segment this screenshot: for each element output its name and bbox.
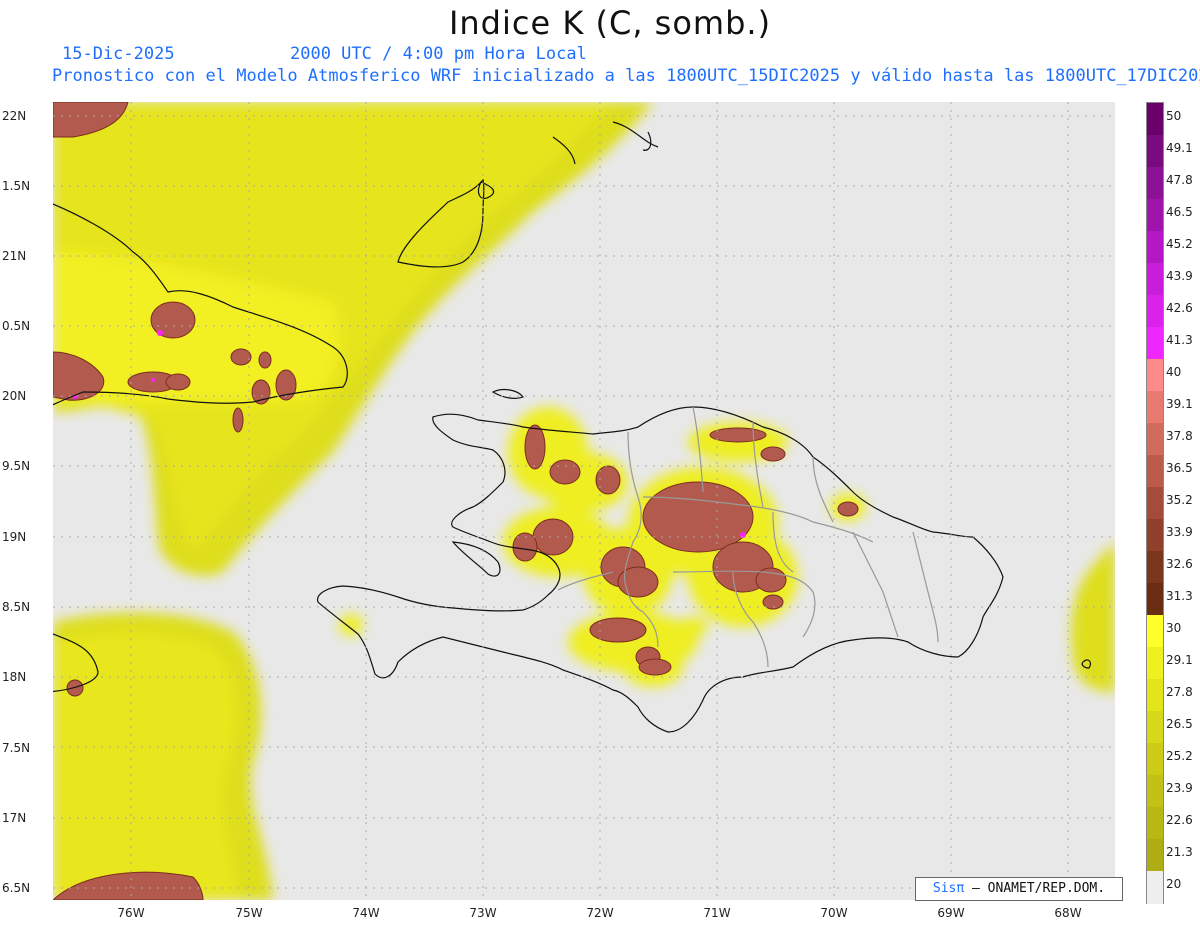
colorbar-label: 35.2 — [1166, 493, 1193, 507]
lat-label: 0.5N — [2, 319, 31, 333]
colorbar-label: 33.9 — [1166, 525, 1193, 539]
colorbar-label: 43.9 — [1166, 269, 1193, 283]
colorbar-label: 26.5 — [1166, 717, 1193, 731]
colorbar-label: 40 — [1166, 365, 1182, 379]
colorbar-label: 30 — [1166, 621, 1182, 635]
lat-label: 17N — [2, 811, 27, 825]
colorbar-label: 41.3 — [1166, 333, 1193, 347]
colorbar-segment — [1147, 231, 1163, 264]
colorbar-label: 36.5 — [1166, 461, 1193, 475]
colorbar-segment — [1147, 327, 1163, 360]
colorbar-label: 32.6 — [1166, 557, 1193, 571]
map-title: Indice K (C, somb.) — [448, 4, 772, 42]
colorbar-segment — [1147, 455, 1163, 488]
lon-label: 72W — [586, 906, 614, 920]
colorbar-label: 25.2 — [1166, 749, 1193, 763]
map-graphic — [53, 102, 1115, 900]
lat-label: 18N — [2, 670, 27, 684]
lat-label: 19N — [2, 530, 27, 544]
colorbar-segment — [1147, 711, 1163, 744]
colorbar-label: 49.1 — [1166, 141, 1193, 155]
colorbar-segment — [1147, 487, 1163, 520]
colorbar-segment — [1147, 519, 1163, 552]
colorbar-segment — [1147, 199, 1163, 232]
k-index-field-yellow — [53, 102, 1115, 900]
colorbar-segment — [1147, 775, 1163, 808]
colorbar — [1146, 102, 1164, 904]
lat-label: 8.5N — [2, 600, 31, 614]
colorbar-label: 37.8 — [1166, 429, 1193, 443]
lat-label: 9.5N — [2, 459, 31, 473]
colorbar-segment — [1147, 647, 1163, 680]
lat-label: 7.5N — [2, 741, 31, 755]
colorbar-label: 27.8 — [1166, 685, 1193, 699]
credit-box: Sisπ – ONAMET/REP.DOM. — [915, 877, 1123, 901]
colorbar-segment — [1147, 391, 1163, 424]
lon-label: 75W — [235, 906, 263, 920]
forecast-date: 15-Dic-2025 — [62, 44, 175, 64]
colorbar-segment — [1147, 743, 1163, 776]
colorbar-segment — [1147, 871, 1163, 904]
lat-label: 6.5N — [2, 881, 31, 895]
colorbar-label: 31.3 — [1166, 589, 1193, 603]
colorbar-segment — [1147, 583, 1163, 616]
sispi-logo: Sisπ — [932, 881, 965, 896]
colorbar-label: 46.5 — [1166, 205, 1193, 219]
colorbar-segment — [1147, 423, 1163, 456]
forecast-info: Pronostico con el Modelo Atmosferico WRF… — [52, 66, 1200, 86]
colorbar-segment — [1147, 295, 1163, 328]
colorbar-segment — [1147, 551, 1163, 584]
colorbar-label: 50 — [1166, 109, 1182, 123]
colorbar-label: 20 — [1166, 877, 1182, 891]
colorbar-segment — [1147, 359, 1163, 392]
lat-label: 21N — [2, 249, 27, 263]
colorbar-segment — [1147, 679, 1163, 712]
lat-label: 20N — [2, 389, 27, 403]
lon-label: 76W — [117, 906, 145, 920]
colorbar-label: 23.9 — [1166, 781, 1193, 795]
colorbar-label: 39.1 — [1166, 397, 1193, 411]
credit-text: – ONAMET/REP.DOM. — [964, 881, 1106, 896]
lon-label: 68W — [1054, 906, 1082, 920]
colorbar-segment — [1147, 167, 1163, 200]
colorbar-segment — [1147, 615, 1163, 648]
colorbar-segment — [1147, 839, 1163, 872]
lon-label: 73W — [469, 906, 497, 920]
lat-label: 1.5N — [2, 179, 31, 193]
colorbar-segment — [1147, 135, 1163, 168]
lon-label: 74W — [352, 906, 380, 920]
colorbar-label: 42.6 — [1166, 301, 1193, 315]
lon-label: 71W — [703, 906, 731, 920]
lon-label: 70W — [820, 906, 848, 920]
lon-label: 69W — [937, 906, 965, 920]
colorbar-label: 29.1 — [1166, 653, 1193, 667]
lat-label: 22N — [2, 109, 27, 123]
colorbar-label: 22.6 — [1166, 813, 1193, 827]
colorbar-segment — [1147, 263, 1163, 296]
forecast-time: 2000 UTC / 4:00 pm Hora Local — [290, 44, 587, 64]
map-panel — [53, 102, 1115, 900]
colorbar-label: 47.8 — [1166, 173, 1193, 187]
colorbar-segment — [1147, 103, 1163, 136]
colorbar-label: 45.2 — [1166, 237, 1193, 251]
colorbar-segment — [1147, 807, 1163, 840]
colorbar-label: 21.3 — [1166, 845, 1193, 859]
